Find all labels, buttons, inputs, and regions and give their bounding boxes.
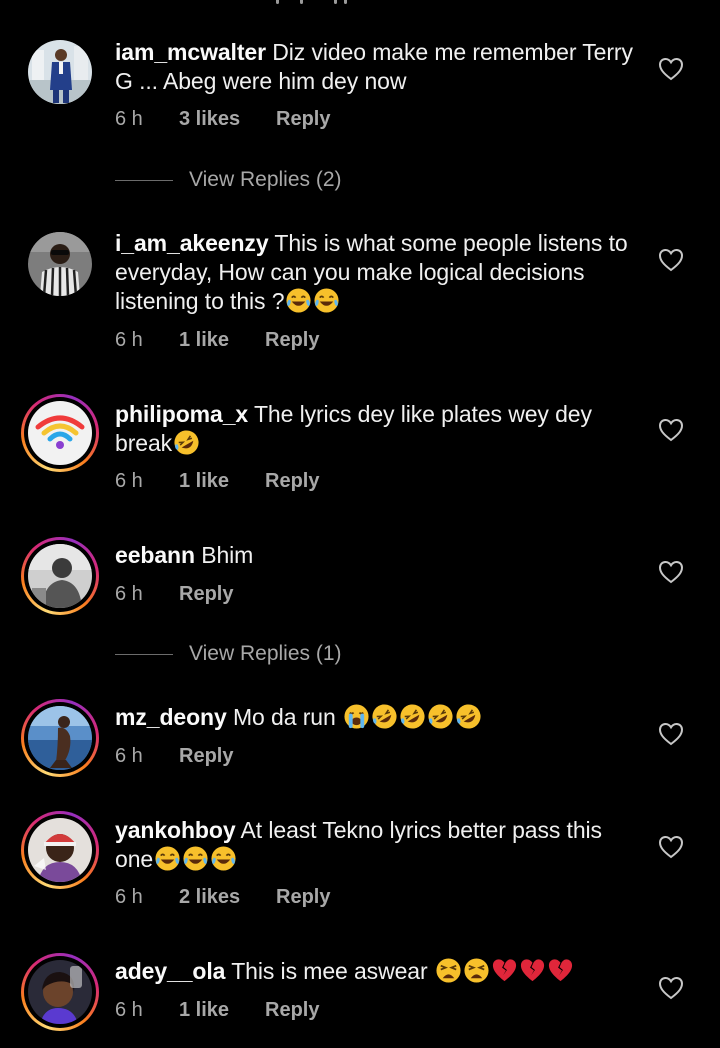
view-replies-label[interactable]: View Replies (1) [189, 639, 342, 669]
avatar[interactable] [21, 699, 99, 777]
comment-body: yankohboy At least Tekno lyrics better p… [115, 816, 645, 874]
avatar-image [28, 960, 92, 1024]
emoji-tears-of-joy [210, 845, 237, 872]
comment-time: 6 h [115, 745, 143, 767]
emoji-tears-of-joy [154, 845, 181, 872]
top-scroll-remnant [0, 0, 720, 6]
heart-icon[interactable] [658, 57, 684, 81]
emoji-tears-of-joy [182, 845, 209, 872]
comment-time: 6 h [115, 886, 143, 908]
comment-username[interactable]: mz_deony [115, 704, 227, 730]
emoji-loudly-crying [343, 703, 370, 730]
comment-username[interactable]: philipoma_x [115, 401, 248, 427]
comment-text: Bhim [201, 542, 254, 568]
reply-button[interactable]: Reply [276, 107, 330, 131]
view-replies-button[interactable]: View Replies (2) [115, 165, 415, 195]
comment-meta: 6 h Reply [115, 744, 233, 768]
view-replies-button[interactable]: View Replies (1) [115, 639, 415, 669]
divider-line [115, 654, 173, 655]
avatar-image [28, 544, 92, 608]
comment-body: mz_deony Mo da run [115, 703, 645, 732]
heart-icon[interactable] [658, 976, 684, 1000]
comment-likes[interactable]: 3 likes [179, 107, 240, 131]
heart-icon[interactable] [658, 248, 684, 272]
comment-time: 6 h [115, 583, 143, 605]
emoji-tired-face [463, 957, 490, 984]
emoji-tired-face [435, 957, 462, 984]
avatar[interactable] [21, 953, 99, 1031]
emoji-tears-of-joy [313, 287, 340, 314]
story-ring [24, 956, 96, 1028]
reply-button[interactable]: Reply [265, 998, 319, 1022]
comment-body: iam_mcwalter Diz video make me remember … [115, 38, 645, 96]
reply-button[interactable]: Reply [179, 582, 233, 606]
comment-text: This is mee aswear [231, 958, 428, 984]
comment-text: Mo da run [232, 704, 336, 730]
comment-likes[interactable]: 1 like [179, 469, 229, 493]
emoji-tears-of-joy [285, 287, 312, 314]
comment-meta: 6 h 3 likes Reply [115, 107, 330, 131]
reply-button[interactable]: Reply [265, 328, 319, 352]
story-ring [24, 540, 96, 612]
emoji-broken-heart [519, 957, 546, 984]
avatar[interactable] [21, 394, 99, 472]
avatar-image [28, 818, 92, 882]
story-ring [24, 397, 96, 469]
avatar[interactable] [28, 232, 92, 296]
story-ring [24, 702, 96, 774]
comment-meta: 6 h 1 like Reply [115, 469, 319, 493]
comment-body: i_am_akeenzy This is what some people li… [115, 229, 645, 316]
comment-likes[interactable]: 2 likes [179, 885, 240, 909]
comment-likes[interactable]: 1 like [179, 998, 229, 1022]
comment-username[interactable]: adey__ola [115, 958, 225, 984]
comment-meta: 6 h 1 like Reply [115, 998, 319, 1022]
emoji-rolling-laughing [399, 703, 426, 730]
comment-time: 6 h [115, 329, 143, 351]
comment-likes[interactable]: 1 like [179, 328, 229, 352]
comment-time: 6 h [115, 999, 143, 1021]
comment-meta: 6 h Reply [115, 582, 233, 606]
emoji-rolling-laughing [427, 703, 454, 730]
story-ring [24, 814, 96, 886]
comment-time: 6 h [115, 470, 143, 492]
heart-icon[interactable] [658, 418, 684, 442]
avatar-image [28, 706, 92, 770]
emoji-rolling-laughing [455, 703, 482, 730]
comment-body: eebann Bhim [115, 541, 645, 570]
heart-icon[interactable] [658, 560, 684, 584]
emoji-broken-heart [491, 957, 518, 984]
avatar[interactable] [21, 811, 99, 889]
comment-time: 6 h [115, 108, 143, 130]
view-replies-label[interactable]: View Replies (2) [189, 165, 342, 195]
heart-icon[interactable] [658, 835, 684, 859]
heart-icon[interactable] [658, 722, 684, 746]
comment-body: adey__ola This is mee aswear [115, 957, 645, 986]
reply-button[interactable]: Reply [179, 744, 233, 768]
emoji-rolling-laughing [173, 429, 200, 456]
reply-button[interactable]: Reply [276, 885, 330, 909]
comment-username[interactable]: iam_mcwalter [115, 39, 266, 65]
emoji-broken-heart [547, 957, 574, 984]
divider-line [115, 180, 173, 181]
comment-username[interactable]: i_am_akeenzy [115, 230, 269, 256]
avatar[interactable] [21, 537, 99, 615]
comment-username[interactable]: eebann [115, 542, 195, 568]
avatar[interactable] [28, 40, 92, 104]
avatar-image [28, 401, 92, 465]
comment-meta: 6 h 2 likes Reply [115, 885, 330, 909]
comment-body: philipoma_x The lyrics dey like plates w… [115, 400, 645, 458]
reply-button[interactable]: Reply [265, 469, 319, 493]
comment-meta: 6 h 1 like Reply [115, 328, 319, 352]
emoji-rolling-laughing [371, 703, 398, 730]
comment-username[interactable]: yankohboy [115, 817, 236, 843]
